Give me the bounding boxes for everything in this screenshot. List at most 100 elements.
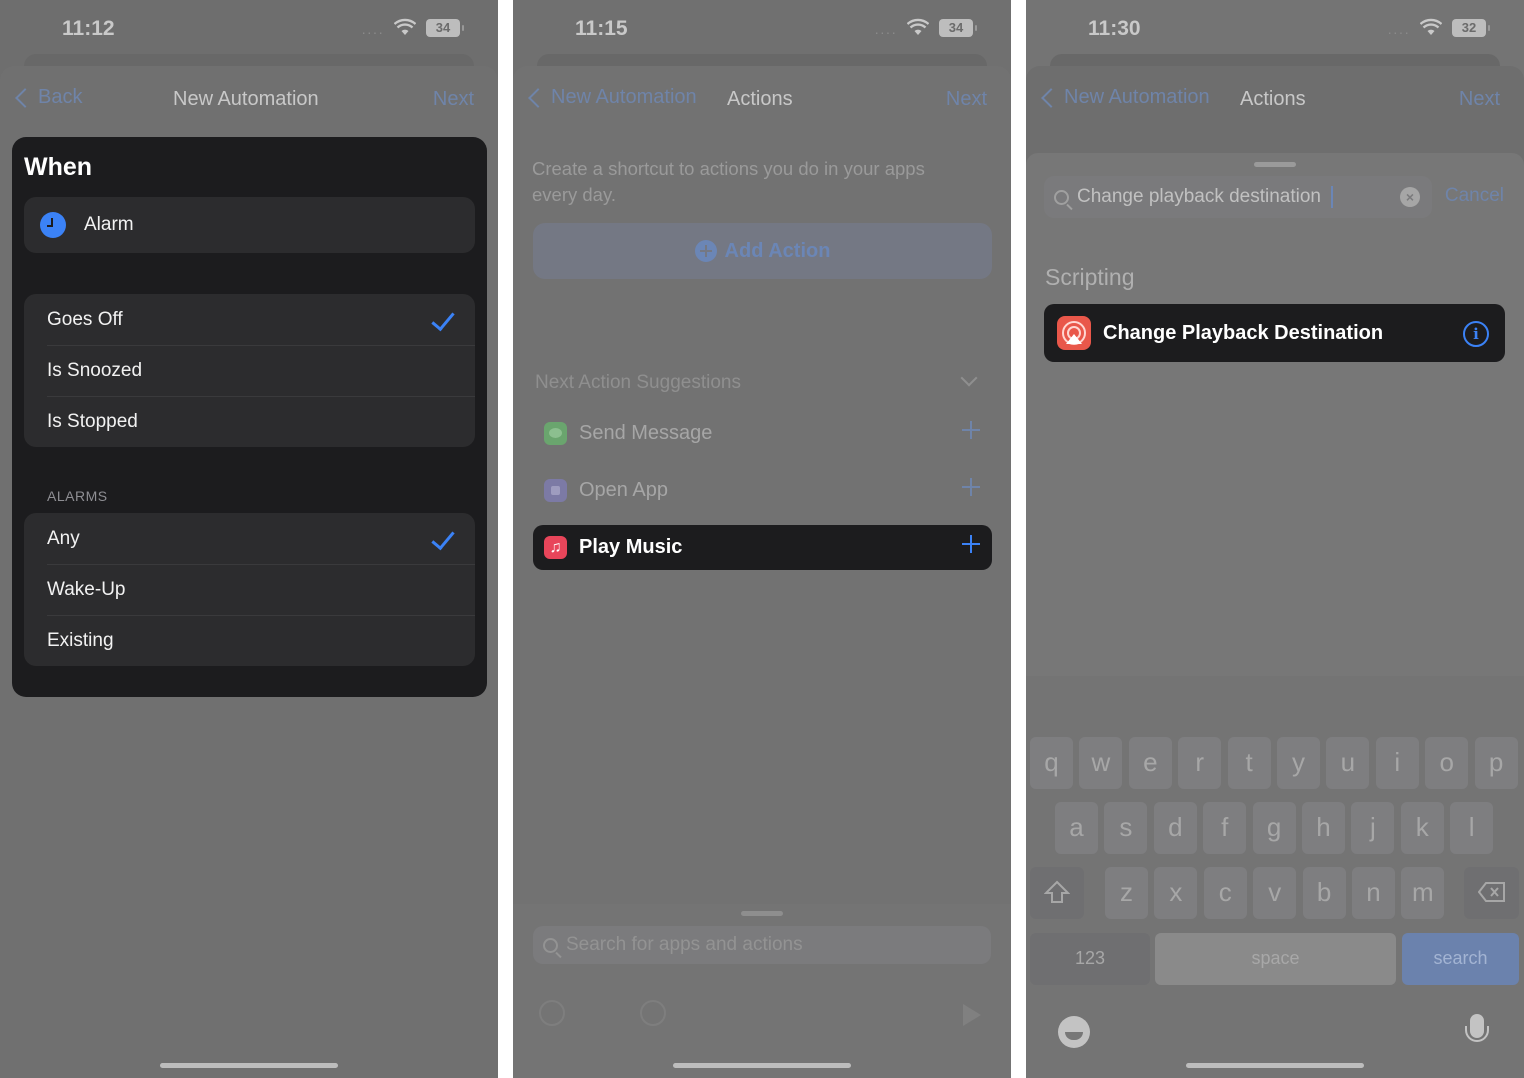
shift-key[interactable] [1030, 867, 1084, 919]
status-time: 11:12 [62, 17, 115, 40]
emoji-icon[interactable] [1058, 1016, 1090, 1048]
key-r[interactable]: r [1178, 737, 1222, 789]
key-p[interactable]: p [1474, 737, 1518, 789]
nav-bar: Back New Automation Next [0, 80, 498, 118]
key-u[interactable]: u [1326, 737, 1370, 789]
keyboard: q w e r t y u i o p a s d f g h j k l z x c v b n m 123 space search [1026, 676, 1524, 1078]
back-button[interactable]: Back [14, 86, 82, 109]
add-action-button[interactable]: Add Action [533, 223, 992, 279]
undo-icon[interactable] [539, 1000, 565, 1026]
key-f[interactable]: f [1203, 802, 1247, 854]
signal-icon: ···· [361, 24, 384, 40]
key-k[interactable]: k [1400, 802, 1444, 854]
option-wake-up[interactable]: Wake-Up [24, 564, 475, 615]
screen-new-automation: 11:12 ···· 34 Back New Automation Next W… [0, 0, 498, 1078]
clear-search-icon[interactable]: × [1400, 187, 1420, 207]
search-icon [543, 937, 558, 953]
option-is-snoozed[interactable]: Is Snoozed [24, 345, 475, 396]
checkmark-icon [431, 525, 455, 551]
alarm-options: Any Wake-Up Existing [24, 513, 475, 666]
search-key[interactable]: search [1402, 933, 1519, 985]
option-label: Is Stopped [47, 410, 138, 432]
search-input[interactable]: Search for apps and actions [533, 926, 991, 964]
key-e[interactable]: e [1128, 737, 1172, 789]
key-x[interactable]: x [1154, 867, 1198, 919]
option-goes-off[interactable]: Goes Off [24, 294, 475, 345]
add-icon[interactable] [962, 421, 980, 439]
chevron-left-icon [15, 87, 35, 108]
key-c[interactable]: c [1203, 867, 1247, 919]
status-bar: 11:15 ···· 34 [513, 0, 1011, 56]
delete-key[interactable] [1464, 867, 1519, 919]
option-label: Wake-Up [47, 578, 126, 600]
key-w[interactable]: w [1079, 737, 1123, 789]
chevron-left-icon [528, 87, 548, 108]
back-label: Back [38, 86, 83, 108]
editor-toolbar [513, 1000, 1011, 1040]
screen-action-search: 11:30 ···· 32 New Automation Actions Nex… [1026, 0, 1524, 1078]
option-is-stopped[interactable]: Is Stopped [24, 396, 475, 447]
status-bar: 11:30 ···· 32 [1026, 0, 1524, 56]
info-icon[interactable]: i [1463, 321, 1489, 347]
key-n[interactable]: n [1352, 867, 1395, 919]
suggestion-open-app[interactable]: Open App [533, 468, 992, 513]
suggestion-send-message[interactable]: Send Message [533, 411, 992, 456]
sheet-grabber[interactable] [1254, 162, 1296, 167]
key-h[interactable]: h [1302, 802, 1345, 854]
cancel-button[interactable]: Cancel [1445, 185, 1504, 207]
key-q[interactable]: q [1030, 737, 1073, 789]
search-value: Change playback destination [1077, 186, 1322, 207]
when-card: When Alarm Goes Off Is Snoozed Is Stoppe… [12, 137, 487, 697]
nav-bar: New Automation Actions Next [513, 80, 1011, 118]
key-o[interactable]: o [1425, 737, 1469, 789]
suggestion-play-music[interactable]: ♫ Play Music [533, 525, 992, 570]
add-icon[interactable] [962, 535, 980, 553]
checkmark-icon [431, 306, 455, 332]
add-icon[interactable] [962, 478, 980, 496]
page-title: New Automation [173, 88, 319, 110]
wifi-icon [394, 18, 416, 35]
key-i[interactable]: i [1375, 737, 1419, 789]
next-button[interactable]: Next [946, 88, 987, 111]
status-time: 11:15 [575, 17, 628, 40]
next-button[interactable]: Next [433, 88, 474, 111]
back-button[interactable]: New Automation [1040, 86, 1210, 109]
key-y[interactable]: y [1277, 737, 1320, 789]
screen-actions: 11:15 ···· 34 New Automation Actions Nex… [513, 0, 1011, 1078]
key-t[interactable]: t [1227, 737, 1271, 789]
key-v[interactable]: v [1253, 867, 1297, 919]
battery-icon: 32 [1452, 19, 1490, 37]
key-l[interactable]: l [1450, 802, 1494, 854]
open-app-icon [544, 479, 567, 502]
key-b[interactable]: b [1302, 867, 1346, 919]
option-existing[interactable]: Existing [24, 615, 475, 666]
sheet-grabber[interactable] [741, 911, 783, 916]
search-input[interactable]: Change playback destination × [1044, 176, 1432, 218]
redo-icon[interactable] [640, 1000, 666, 1026]
key-s[interactable]: s [1104, 802, 1148, 854]
chevron-left-icon [1041, 87, 1061, 108]
microphone-icon[interactable] [1465, 1014, 1489, 1042]
option-any[interactable]: Any [24, 513, 475, 564]
key-d[interactable]: d [1153, 802, 1197, 854]
battery-icon: 34 [939, 19, 977, 37]
page-title: Actions [1240, 88, 1306, 110]
trigger-alarm[interactable]: Alarm [24, 197, 475, 253]
next-button[interactable]: Next [1459, 88, 1500, 111]
space-key[interactable]: space [1155, 933, 1396, 985]
key-a[interactable]: a [1055, 802, 1098, 854]
status-bar: 11:12 ···· 34 [0, 0, 498, 56]
trigger-group: Alarm [24, 197, 475, 253]
result-change-playback-destination[interactable]: Change Playback Destination i [1044, 304, 1505, 362]
play-icon[interactable] [963, 1004, 981, 1026]
key-m[interactable]: m [1401, 867, 1445, 919]
key-z[interactable]: z [1105, 867, 1148, 919]
status-time: 11:30 [1088, 17, 1141, 40]
numbers-key[interactable]: 123 [1030, 933, 1150, 985]
back-button[interactable]: New Automation [527, 86, 697, 109]
back-label: New Automation [1064, 86, 1210, 108]
signal-icon: ···· [874, 24, 897, 40]
page-title: Actions [727, 88, 793, 110]
key-g[interactable]: g [1252, 802, 1296, 854]
key-j[interactable]: j [1351, 802, 1395, 854]
